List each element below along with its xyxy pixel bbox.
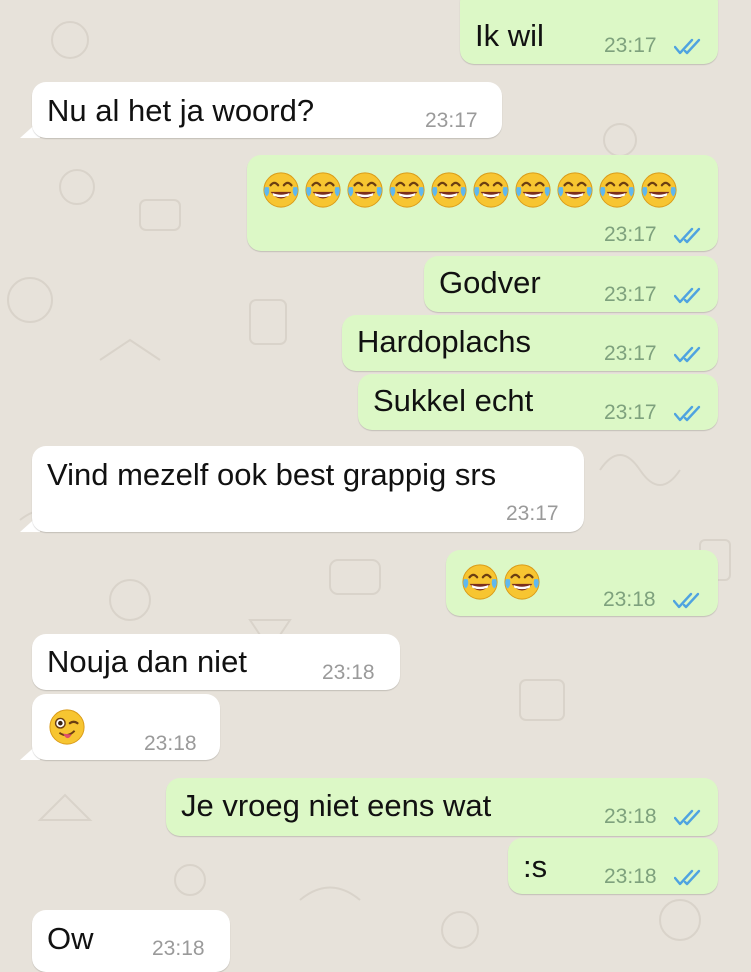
incoming-message[interactable]: Nouja dan niet 23:18 [32, 634, 400, 690]
face-with-tears-of-joy-icon [503, 563, 541, 601]
message-time: 23:17 [604, 34, 657, 57]
message-time: 23:18 [152, 937, 205, 960]
message-text: Nouja dan niet [47, 644, 247, 679]
read-double-check-icon [674, 346, 706, 364]
face-with-tears-of-joy-icon [556, 171, 594, 209]
message-time: 23:18 [604, 865, 657, 888]
outgoing-message[interactable]: :s 23:18 [508, 838, 718, 894]
face-with-tears-of-joy-icon [640, 171, 678, 209]
face-with-tears-of-joy-icon [346, 171, 384, 209]
message-time: 23:18 [603, 588, 656, 611]
read-double-check-icon [674, 809, 706, 827]
emoji-row [48, 708, 86, 746]
message-time: 23:17 [506, 502, 559, 525]
winking-face-with-tongue-icon [48, 708, 86, 746]
read-double-check-icon [673, 592, 705, 610]
message-text: Ik wil [475, 18, 544, 53]
message-text: :s [523, 849, 548, 884]
outgoing-message[interactable]: Ik wil 23:17 [460, 0, 718, 64]
message-time: 23:17 [604, 283, 657, 306]
message-time: 23:18 [322, 661, 375, 684]
message-time: 23:17 [604, 342, 657, 365]
incoming-message[interactable]: Ow 23:18 [32, 910, 230, 972]
emoji-row [262, 171, 678, 209]
face-with-tears-of-joy-icon [262, 171, 300, 209]
read-double-check-icon [674, 869, 706, 887]
message-text: Nu al het ja woord? [47, 93, 315, 128]
message-text: Vind mezelf ook best grappig srs [47, 457, 497, 492]
message-text: Hardoplachs [357, 324, 532, 359]
incoming-message[interactable]: Nu al het ja woord? 23:17 [32, 82, 502, 138]
message-text: Ow [47, 921, 94, 956]
outgoing-message[interactable]: 23:18 [446, 550, 718, 616]
face-with-tears-of-joy-icon [430, 171, 468, 209]
emoji-row [461, 563, 541, 601]
read-double-check-icon [674, 405, 706, 423]
face-with-tears-of-joy-icon [388, 171, 426, 209]
message-text: Je vroeg niet eens wat [181, 788, 492, 823]
face-with-tears-of-joy-icon [304, 171, 342, 209]
face-with-tears-of-joy-icon [472, 171, 510, 209]
outgoing-message[interactable]: Sukkel echt 23:17 [358, 374, 718, 430]
outgoing-message[interactable]: Je vroeg niet eens wat 23:18 [166, 778, 718, 836]
read-double-check-icon [674, 38, 706, 56]
message-time: 23:17 [425, 109, 478, 132]
outgoing-message[interactable]: 23:17 [247, 155, 718, 251]
message-text: Godver [439, 265, 541, 300]
face-with-tears-of-joy-icon [461, 563, 499, 601]
incoming-message[interactable]: 23:18 [32, 694, 220, 760]
incoming-message[interactable]: Vind mezelf ook best grappig srs 23:17 [32, 446, 584, 532]
outgoing-message[interactable]: Hardoplachs 23:17 [342, 315, 718, 371]
message-time: 23:17 [604, 401, 657, 424]
outgoing-message[interactable]: Godver 23:17 [424, 256, 718, 312]
message-time: 23:18 [604, 805, 657, 828]
read-double-check-icon [674, 287, 706, 305]
message-time: 23:18 [144, 732, 197, 755]
message-time: 23:17 [604, 223, 657, 246]
message-text: Sukkel echt [373, 383, 534, 418]
read-double-check-icon [674, 227, 706, 245]
face-with-tears-of-joy-icon [598, 171, 636, 209]
face-with-tears-of-joy-icon [514, 171, 552, 209]
